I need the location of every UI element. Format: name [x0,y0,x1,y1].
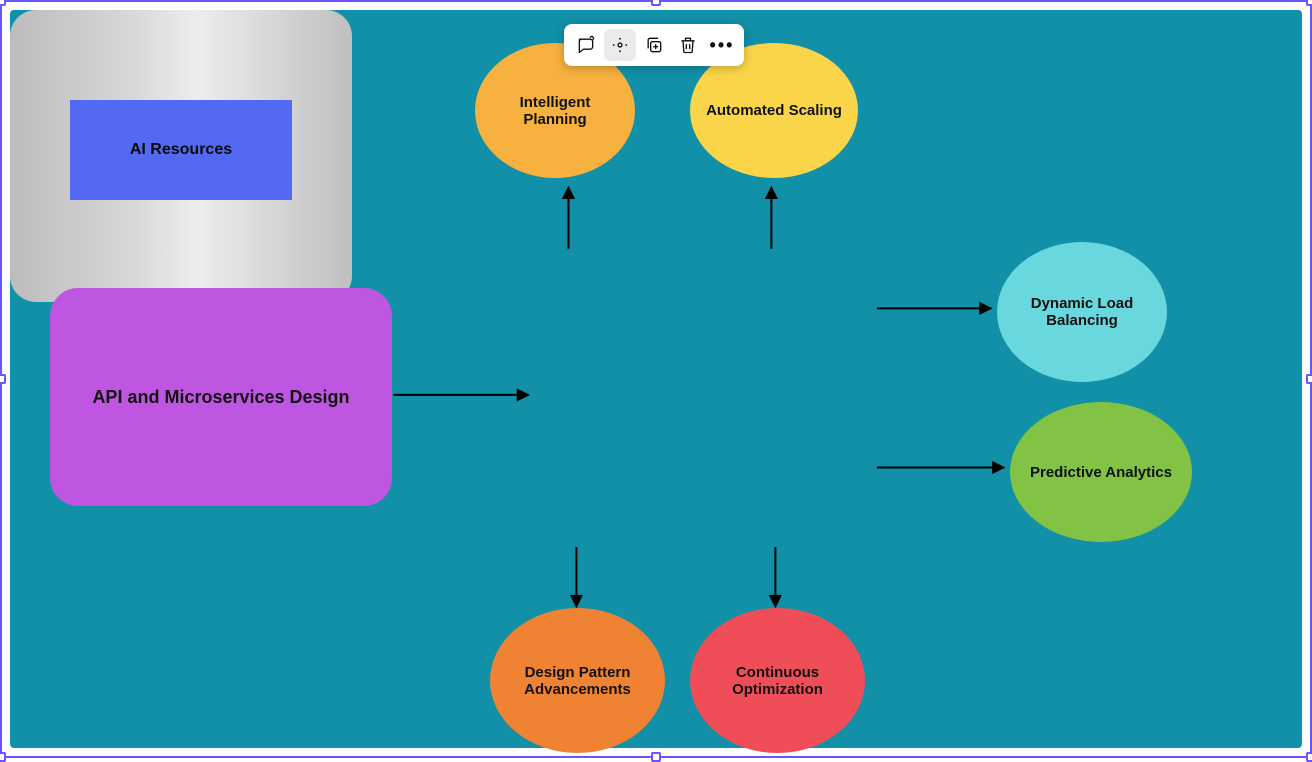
delete-icon [678,35,698,55]
output-label: Predictive Analytics [1030,464,1172,481]
output-node-predictive-analytics[interactable]: Predictive Analytics [1010,402,1192,542]
output-label: Automated Scaling [706,102,842,119]
resize-handle-bottom-right[interactable] [1306,752,1312,762]
input-node-label: API and Microservices Design [92,387,349,408]
diagram-canvas[interactable]: API and Microservices Design Transformat… [10,10,1302,748]
transformation-inner-label: AI Resources [130,141,232,159]
transformation-inner-node[interactable]: AI Resources [70,100,292,200]
output-node-continuous-optimization[interactable]: Continuous Optimization [690,608,865,753]
resize-handle-mid-bottom[interactable] [651,752,661,762]
comment-button[interactable] [570,29,602,61]
resize-handle-mid-top[interactable] [651,0,661,6]
output-label: Dynamic Load Balancing [1013,295,1151,329]
duplicate-icon [644,35,664,55]
resize-handle-bottom-left[interactable] [0,752,6,762]
output-label: Design Pattern Advancements [506,664,649,698]
resize-handle-mid-right[interactable] [1306,374,1312,384]
output-label: Continuous Optimization [706,664,849,698]
output-node-dynamic-load-balancing[interactable]: Dynamic Load Balancing [997,242,1167,382]
output-label: Intelligent Planning [491,94,619,128]
more-icon: ••• [710,36,735,54]
resize-handle-top-left[interactable] [0,0,6,6]
resize-handle-top-right[interactable] [1306,0,1312,6]
context-toolbar: ••• [564,24,744,66]
resize-handle-mid-left[interactable] [0,374,6,384]
ai-sparkle-icon [610,35,630,55]
output-node-design-pattern-advancements[interactable]: Design Pattern Advancements [490,608,665,753]
selection-frame[interactable]: API and Microservices Design Transformat… [0,0,1312,758]
input-node-api-microservices[interactable]: API and Microservices Design [50,288,392,506]
duplicate-button[interactable] [638,29,670,61]
magic-button[interactable] [604,29,636,61]
comment-icon [576,35,596,55]
delete-button[interactable] [672,29,704,61]
more-button[interactable]: ••• [706,29,738,61]
transformation-node[interactable]: Transformation AI Resources [10,10,352,302]
